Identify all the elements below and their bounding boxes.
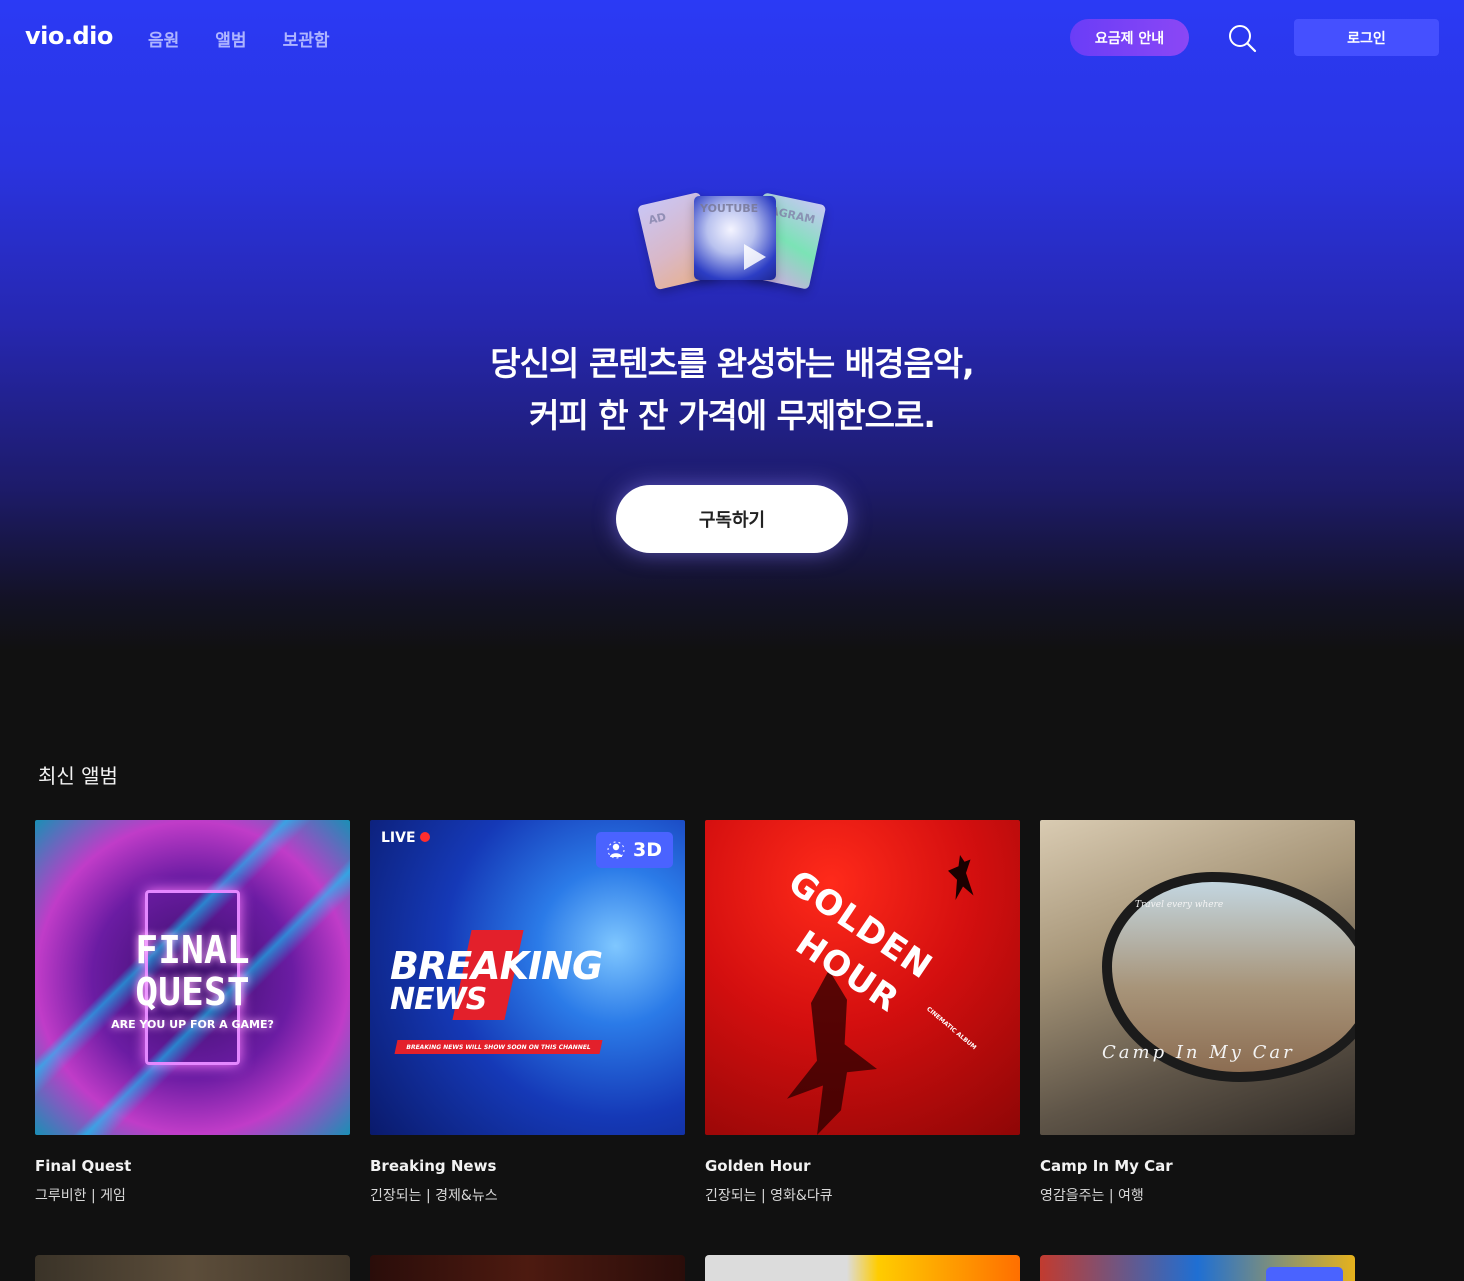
play-icon: [744, 244, 766, 270]
login-button[interactable]: 로그인: [1294, 19, 1439, 56]
album-cover[interactable]: GOLDEN HOUR CINEMATIC ALBUM: [705, 820, 1020, 1135]
album-cover-partial[interactable]: [705, 1255, 1020, 1281]
person-icon: [607, 841, 625, 859]
album-meta: 그루비한 | 게임: [35, 1188, 126, 1204]
nav-item-tracks[interactable]: 음원: [148, 26, 179, 51]
top-header: vio.dio 음원 앨범 보관함 요금제 안내 로그인: [0, 0, 1464, 76]
headline-line-1: 당신의 콘텐츠를 완성하는 배경음악,: [490, 344, 974, 383]
album-card-golden-hour[interactable]: GOLDEN HOUR CINEMATIC ALBUM Golden Hour …: [705, 820, 1020, 1205]
album-cover-partial[interactable]: [35, 1255, 350, 1281]
album-card-breaking-news[interactable]: LIVE 3D BREAKING NEWS BREAKING NEWS WILL…: [370, 820, 685, 1205]
album-title[interactable]: Golden Hour: [705, 1157, 1020, 1175]
album-cover[interactable]: Travel every where Camp In My Car: [1040, 820, 1355, 1135]
subscribe-button[interactable]: 구독하기: [616, 485, 848, 553]
album-card-camp-in-my-car[interactable]: Travel every where Camp In My Car Camp I…: [1040, 820, 1355, 1205]
section-title: 최신 앨범: [38, 764, 118, 788]
search-icon[interactable]: [1226, 22, 1258, 54]
album-title[interactable]: Breaking News: [370, 1157, 685, 1175]
3d-badge: 3D: [596, 832, 673, 868]
album-cover[interactable]: FINAL QUEST ARE YOU UP FOR A GAME?: [35, 820, 350, 1135]
live-label: LIVE: [381, 830, 430, 846]
album-meta: 영감을주는 | 여행: [1040, 1188, 1144, 1204]
album-cover[interactable]: LIVE 3D BREAKING NEWS BREAKING NEWS WILL…: [370, 820, 685, 1135]
album-meta: 긴장되는 | 영화&다큐: [705, 1188, 833, 1204]
headline-line-2: 커피 한 잔 가격에 무제한으로.: [529, 396, 936, 435]
album-cover-partial[interactable]: [370, 1255, 685, 1281]
3d-badge: [1266, 1267, 1343, 1281]
diver-silhouette: [948, 855, 974, 900]
youtube-card: YOUTUBE: [694, 196, 776, 280]
album-meta: 긴장되는 | 경제&뉴스: [370, 1188, 498, 1204]
album-title[interactable]: Final Quest: [35, 1157, 350, 1175]
nav-item-library[interactable]: 보관함: [283, 26, 330, 51]
hero-headline: 당신의 콘텐츠를 완성하는 배경음악, 커피 한 잔 가격에 무제한으로.: [0, 338, 1464, 442]
album-title[interactable]: Camp In My Car: [1040, 1157, 1355, 1175]
live-dot-icon: [419, 832, 430, 842]
album-card-final-quest[interactable]: FINAL QUEST ARE YOU UP FOR A GAME? Final…: [35, 820, 350, 1205]
hero-illustration: AD AGRAM YOUTUBE: [636, 186, 830, 296]
main-nav: 음원 앨범 보관함: [148, 26, 365, 51]
nav-item-albums[interactable]: 앨범: [215, 26, 246, 51]
logo[interactable]: vio.dio: [25, 22, 113, 50]
album-cover-partial[interactable]: [1040, 1255, 1355, 1281]
pricing-button[interactable]: 요금제 안내: [1070, 19, 1189, 56]
